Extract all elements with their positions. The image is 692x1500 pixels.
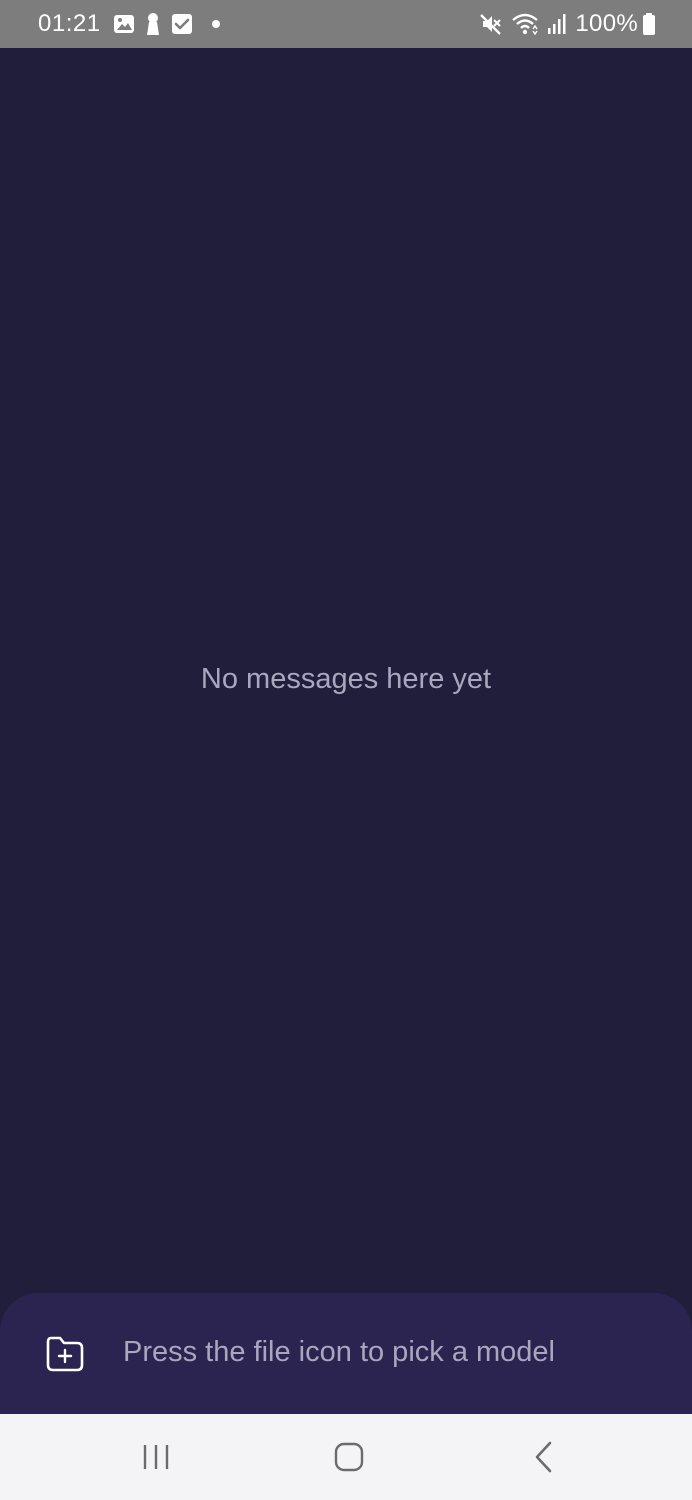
mute-icon (479, 12, 503, 36)
empty-state-message: No messages here yet (200, 663, 492, 695)
image-icon (113, 13, 135, 35)
battery-percentage: 100% (575, 10, 638, 37)
checkbox-icon (171, 13, 193, 35)
file-picker-button[interactable] (40, 1331, 90, 1377)
signal-icon (547, 13, 567, 35)
status-right: 100% (479, 0, 656, 48)
home-icon (333, 1441, 365, 1473)
status-bar: 01:21 100% (0, 0, 692, 48)
keyhole-icon (145, 12, 161, 36)
status-time: 01:21 (38, 10, 101, 37)
status-left: 01:21 (38, 0, 221, 48)
recents-button[interactable] (116, 1414, 196, 1500)
folder-plus-icon (44, 1334, 86, 1374)
back-button[interactable] (504, 1414, 584, 1500)
chat-area[interactable]: No messages here yet (0, 48, 692, 1293)
input-hint[interactable]: Press the file icon to pick a model (123, 1336, 555, 1369)
battery-icon (642, 12, 656, 36)
dot-icon (211, 19, 221, 29)
wifi-icon (511, 12, 539, 36)
input-bar: Press the file icon to pick a model (0, 1293, 692, 1414)
home-button[interactable] (309, 1414, 389, 1500)
back-icon (532, 1441, 556, 1473)
recents-icon (141, 1442, 171, 1472)
navigation-bar (0, 1414, 692, 1500)
